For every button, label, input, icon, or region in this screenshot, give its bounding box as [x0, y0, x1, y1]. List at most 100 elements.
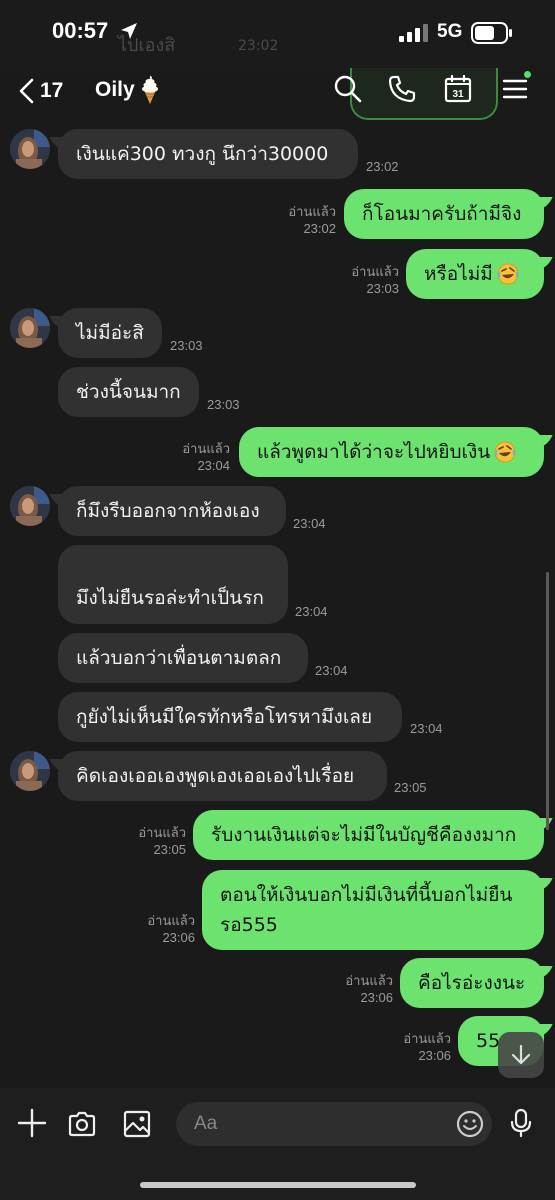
- message-text: รอ555: [220, 914, 278, 936]
- message-text: แล้วบอกว่าเพื่อนตามตลก: [76, 647, 282, 669]
- home-indicator: [140, 1182, 416, 1188]
- sent-message-bubble[interactable]: รับงานเงินแต่จะไม่มีในบัญชีคืองงมาก: [193, 810, 544, 860]
- scrollbar[interactable]: [546, 572, 549, 830]
- rofl-icon: [494, 441, 516, 463]
- message-meta: อ่านแล้ว 23:04: [170, 440, 230, 474]
- message-text: คือไรอ่ะงงนะ: [418, 972, 526, 994]
- message-meta: อ่านแล้ว 23:06: [135, 912, 195, 946]
- received-message-bubble[interactable]: เงินแค่300 ทวงกู นึกว่า30000: [58, 129, 358, 179]
- calendar-icon[interactable]: 31: [443, 74, 473, 104]
- plus-icon[interactable]: [17, 1108, 47, 1138]
- message-time: 23:04: [295, 604, 328, 619]
- received-message-bubble[interactable]: ไม่มีอ่ะสิ: [58, 308, 162, 358]
- chat-header: 17 Oily 31: [0, 66, 555, 116]
- message-time: 23:04: [410, 721, 443, 736]
- microphone-icon[interactable]: [506, 1108, 536, 1138]
- message-meta: อ่านแล้ว 23:03: [339, 263, 399, 297]
- message-meta: 23:04: [293, 515, 326, 532]
- unread-count: 17: [40, 79, 64, 102]
- message-text: แล้วพูดมาได้ว่าจะไปหยิบเงิน: [257, 441, 491, 463]
- message-text: ก็มึงรีบออกจากห้องเอง: [76, 500, 260, 522]
- message-time: 23:04: [197, 458, 230, 473]
- read-receipt: อ่านแล้ว: [182, 441, 230, 456]
- message-time: 23:02: [303, 221, 336, 236]
- sent-message-bubble[interactable]: แล้วพูดมาได้ว่าจะไปหยิบเงิน: [239, 427, 544, 477]
- message-text: คิดเองเออเองพูดเองเออเองไปเรื่อย: [76, 765, 355, 787]
- received-message-bubble[interactable]: ก็มึงรีบออกจากห้องเอง: [58, 486, 286, 536]
- search-icon[interactable]: [333, 74, 363, 104]
- network-type: 5G: [437, 21, 463, 42]
- message-meta: 23:04: [295, 603, 328, 620]
- received-message-bubble[interactable]: คิดเองเออเองพูดเองเออเองไปเรื่อย: [58, 751, 387, 801]
- received-message-bubble[interactable]: กูยังไม่เห็นมีใครทักหรือโทรหามึงเลย: [58, 692, 402, 742]
- message-time: 23:05: [394, 780, 427, 795]
- back-button[interactable]: 17: [18, 74, 63, 108]
- message-meta: 23:05: [394, 779, 427, 796]
- message-text: ก็โอนมาครับถ้ามีจิง: [362, 203, 522, 225]
- received-message-bubble[interactable]: ช่วงนี้จนมาก: [58, 367, 199, 417]
- message-meta: 23:04: [410, 720, 443, 737]
- menu-icon[interactable]: [500, 74, 530, 104]
- ghost-message-time: 23:02: [238, 38, 279, 54]
- message-text: ไม่มีอ่ะสิ: [76, 322, 144, 344]
- sent-message-bubble[interactable]: ตอนให้เงินบอกไม่มีเงินที่นี้บอกไม่ยืนรอ5…: [202, 870, 544, 950]
- sent-message-bubble[interactable]: คือไรอ่ะงงนะ: [400, 958, 544, 1008]
- message-text: หรือไม่มี: [424, 263, 493, 285]
- message-text: รับงานเงินแต่จะไม่มีในบัญชีคืองงมาก: [211, 824, 517, 846]
- message-meta: อ่านแล้ว 23:02: [276, 203, 336, 237]
- sent-message-bubble[interactable]: หรือไม่มี: [406, 249, 544, 299]
- calendar-day-label: 31: [452, 89, 464, 100]
- chevron-left-icon: [19, 78, 34, 104]
- message-input[interactable]: [176, 1102, 492, 1146]
- notification-dot: [524, 71, 531, 78]
- chat-title[interactable]: Oily: [95, 78, 135, 102]
- message-text: ตอนให้เงินบอกไม่มีเงินที่นี้บอกไม่ยืน: [220, 884, 513, 906]
- read-receipt: อ่านแล้ว: [345, 973, 393, 988]
- message-meta: 23:03: [207, 396, 240, 413]
- message-time: 23:06: [360, 990, 393, 1005]
- read-receipt: อ่านแล้ว: [288, 204, 336, 219]
- message-time: 23:04: [293, 516, 326, 531]
- status-bar: ไปเองสิ 23:02 00:57 5G: [0, 0, 555, 66]
- message-time: 23:03: [207, 397, 240, 412]
- message-time: 23:06: [418, 1048, 451, 1063]
- message-time: 23:05: [153, 842, 186, 857]
- scroll-to-bottom-button[interactable]: [498, 1032, 544, 1078]
- avatar[interactable]: [10, 129, 50, 169]
- read-receipt: อ่านแล้ว: [138, 825, 186, 840]
- message-meta: 23:03: [170, 337, 203, 354]
- emoji-icon[interactable]: [455, 1109, 485, 1139]
- soft-ice-cream-icon: [142, 75, 158, 104]
- message-time: 23:04: [315, 663, 348, 678]
- read-receipt: อ่านแล้ว: [351, 264, 399, 279]
- avatar[interactable]: [10, 486, 50, 526]
- received-message-bubble[interactable]: แล้วบอกว่าเพื่อนตามตลก: [58, 633, 308, 683]
- read-receipt: อ่านแล้ว: [403, 1031, 451, 1046]
- message-time: 23:03: [366, 281, 399, 296]
- message-time: 23:03: [170, 338, 203, 353]
- message-time: 23:06: [162, 930, 195, 945]
- location-arrow-icon: [121, 23, 137, 39]
- message-meta: อ่านแล้ว 23:06: [391, 1030, 451, 1064]
- sent-message-bubble[interactable]: ก็โอนมาครับถ้ามีจิง: [344, 189, 544, 239]
- message-text: เงินแค่300 ทวงกู นึกว่า30000: [76, 143, 329, 165]
- message-text: มึงไม่ยืนรอล่ะทำเป็นรก: [76, 587, 264, 609]
- signal-strength-icon: [399, 24, 428, 42]
- read-receipt: อ่านแล้ว: [147, 913, 195, 928]
- avatar[interactable]: [10, 751, 50, 791]
- image-icon[interactable]: [122, 1109, 152, 1139]
- message-meta: อ่านแล้ว 23:05: [126, 824, 186, 858]
- phone-icon[interactable]: [387, 74, 417, 104]
- camera-icon[interactable]: [67, 1109, 97, 1139]
- message-time: 23:02: [366, 159, 399, 174]
- message-text: 55: [476, 1030, 501, 1052]
- message-meta: 23:02: [366, 158, 399, 175]
- status-time: 00:57: [52, 18, 109, 43]
- battery-icon: [471, 22, 512, 44]
- received-message-bubble[interactable]: มึงไม่ยืนรอล่ะทำเป็นรก: [58, 545, 288, 624]
- message-meta: 23:04: [315, 662, 348, 679]
- avatar[interactable]: [10, 308, 50, 348]
- rofl-icon: [497, 263, 519, 285]
- arrow-down-icon: [511, 1044, 531, 1065]
- message-meta: อ่านแล้ว 23:06: [333, 972, 393, 1006]
